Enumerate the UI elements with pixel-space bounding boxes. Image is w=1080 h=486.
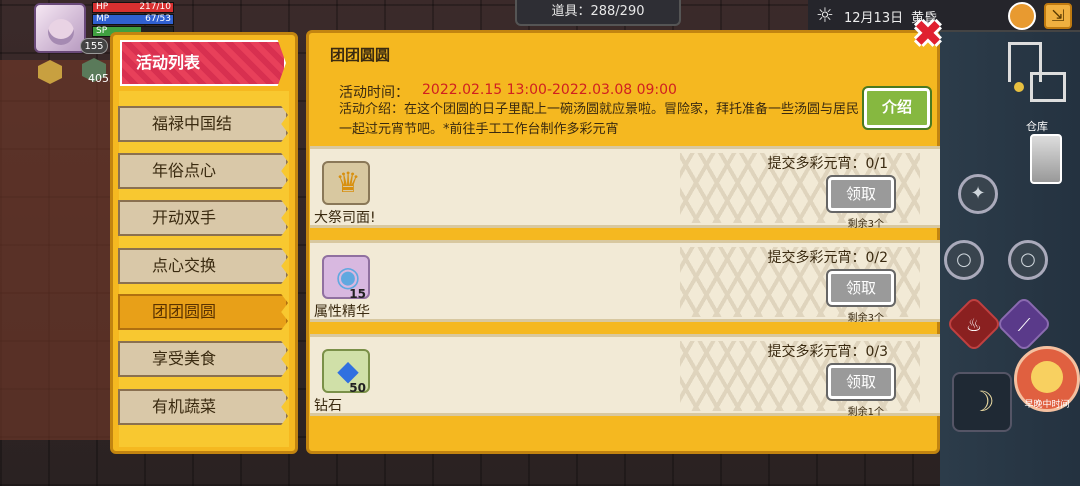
remaining-count: 剩余3个 (847, 313, 884, 324)
item-capacity[interactable]: 道具：288/290 (515, 0, 681, 26)
mp-bar: MP 67/53 (92, 14, 174, 25)
date-text: 12月13日 (844, 11, 904, 26)
tab-snack-exchange[interactable]: 点心交换 (118, 248, 288, 284)
reward-name: 钻石 (314, 398, 342, 414)
tab-fulu-knot[interactable]: 福禄中国结 (118, 106, 288, 142)
task-progress: 提交多彩元宵：0/1 (767, 156, 888, 172)
mask-icon: ♛ (335, 166, 361, 199)
claim-button[interactable]: 领取 (826, 175, 896, 213)
task-card: ♛ 大祭司面! 提交多彩元宵：0/1 领取 剩余3个 (310, 146, 940, 230)
task-progress: 提交多彩元宵：0/3 (767, 344, 888, 360)
event-title: 团团圆圆 (330, 46, 391, 64)
reward-slot[interactable]: ◉ 15 (322, 255, 370, 301)
reward-count: 50 (349, 381, 366, 395)
attack-button[interactable]: 早晚中时间 (1014, 346, 1080, 412)
level-badge: 155 (80, 38, 108, 54)
tab-organic-vegetables[interactable]: 有机蔬菜 (118, 389, 288, 425)
game-wall (0, 60, 110, 440)
compass-icon[interactable]: ✦ (958, 174, 998, 214)
intro-button[interactable]: 介绍 (862, 86, 932, 130)
tab-reunion[interactable]: 团团圆圆 (118, 294, 288, 330)
hp-bar: HP 217/10 (92, 2, 174, 13)
magnifier-icon[interactable]: ○ (1008, 240, 1048, 280)
avatar[interactable] (34, 3, 86, 53)
task-card: ◆ 50 钻石 提交多彩元宵：0/3 领取 剩余1个 (310, 334, 940, 418)
event-time-label: 活动时间： (339, 85, 409, 101)
reward-slot[interactable]: ◆ 50 (322, 349, 370, 395)
magnifier-icon[interactable]: ○ (944, 240, 984, 280)
close-icon[interactable]: ✖ (910, 17, 946, 54)
reward-count: 15 (349, 287, 366, 301)
storage-label: 仓库 (1026, 120, 1048, 133)
event-time-value: 2022.02.15 13:00-2022.03.08 09:00 (422, 82, 677, 98)
reward-name: 大祭司面! (314, 210, 376, 226)
tab-hands-on[interactable]: 开动双手 (118, 200, 288, 236)
task-progress: 提交多彩元宵：0/2 (767, 250, 888, 266)
remaining-count: 剩余1个 (847, 407, 884, 418)
tab-new-year-snacks[interactable]: 年俗点心 (118, 153, 288, 189)
minimap[interactable] (1000, 42, 1070, 108)
exit-icon[interactable]: ⇲ (1044, 3, 1072, 29)
storage-icon[interactable] (1030, 134, 1062, 184)
claim-button[interactable]: 领取 (826, 363, 896, 401)
activity-list-header: 活动列表 (120, 40, 286, 86)
sun-icon: ☼ (816, 3, 834, 27)
reward-slot[interactable]: ♛ (322, 161, 370, 205)
bow-icon[interactable]: ☽ (952, 372, 1012, 432)
claim-button[interactable]: 领取 (826, 269, 896, 307)
task-card: ◉ 15 属性精华 提交多彩元宵：0/2 领取 剩余3个 (310, 240, 940, 324)
reward-name: 属性精华 (314, 304, 370, 320)
event-description: 活动介绍：在这个团圆的日子里配上一碗汤圆就应景啦。冒险家，拜托准备一些汤圆与居民… (339, 102, 860, 137)
remaining-count: 剩余3个 (847, 219, 884, 230)
globe-icon[interactable] (1008, 2, 1036, 30)
tab-enjoy-food[interactable]: 享受美食 (118, 341, 288, 377)
